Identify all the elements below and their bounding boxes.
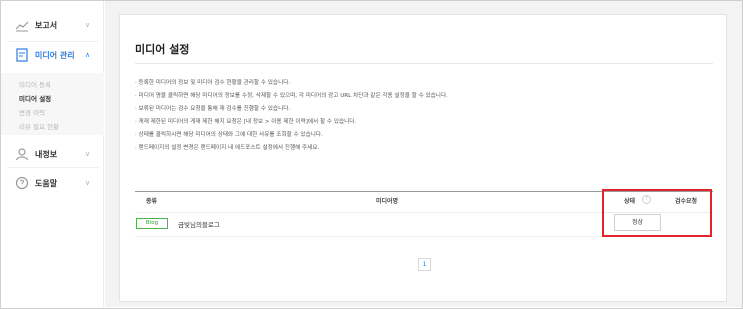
media-type-badge: Blog (136, 218, 168, 229)
chevron-down-icon: ∨ (85, 179, 91, 187)
notice-line: · 보류된 미디어는 검수 요청을 통해 재 검수를 진행할 수 있습니다. (135, 106, 291, 112)
submenu-item-review-status[interactable]: 리뷰 필요 현황 (19, 121, 59, 131)
notice-line: · 상태를 클릭하시면 해당 미디어의 상태와 그에 대한 사유를 조회할 수 … (135, 132, 323, 138)
sidebar-item-my-info[interactable]: 내정보 ∨ (1, 142, 104, 166)
sidebar-item-media-management[interactable]: 미디어 관리 ∧ (1, 43, 104, 67)
chevron-down-icon: ∨ (85, 150, 91, 158)
document-icon (16, 48, 28, 62)
notice-line: · 게재 제한된 미디어의 게재 제한 해지 요청은 [내 정보 > 이용 제한… (135, 119, 357, 125)
page-title: 미디어 설정 (135, 43, 190, 56)
help-circle-icon (15, 176, 29, 190)
chart-line-icon (15, 21, 29, 32)
sidebar: 보고서 ∨ 미디어 관리 ∧ 미디어 등록 미디어 설정 변경 이력 리뷰 필요… (1, 1, 104, 307)
sidebar-item-label: 보고서 (35, 20, 58, 30)
content-card: 미디어 설정 · 등록한 미디어의 정보 및 미디어 검수 현황을 관리할 수 … (119, 14, 727, 302)
person-icon (15, 148, 29, 161)
chevron-down-icon: ∨ (85, 21, 91, 29)
notice-line: · 등록한 미디어의 정보 및 미디어 검수 현황을 관리할 수 있습니다. (135, 80, 291, 86)
table-header-media-name: 미디어명 (376, 198, 399, 205)
pagination-page-button[interactable]: 1 (418, 258, 431, 271)
sidebar-item-label: 미디어 관리 (35, 50, 75, 60)
sidebar-item-label: 도움말 (35, 178, 58, 188)
sidebar-submenu: 미디어 등록 미디어 설정 변경 이력 리뷰 필요 현황 (1, 73, 104, 135)
divider (135, 63, 713, 64)
sidebar-item-label: 내정보 (35, 149, 58, 159)
submenu-item-media-register[interactable]: 미디어 등록 (19, 79, 51, 89)
notice-line: · 미디어 명을 클릭하면 해당 미디어의 정보를 수정, 삭제할 수 있으며,… (135, 93, 448, 99)
sidebar-item-report[interactable]: 보고서 ∨ (1, 13, 104, 37)
table-header-type: 종류 (146, 198, 158, 205)
notice-line: · 랜드페이지의 설정 변경은 랜드페이지 내 에드포스트 설정에서 진행해 주… (135, 145, 320, 151)
submenu-item-change-history[interactable]: 변경 이력 (19, 107, 45, 117)
sidebar-item-help[interactable]: 도움말 ∨ (1, 171, 104, 195)
submenu-item-media-settings[interactable]: 미디어 설정 (19, 93, 51, 103)
divider (9, 167, 99, 168)
divider (9, 41, 99, 42)
chevron-up-icon: ∧ (85, 51, 91, 59)
highlight-annotation-box (602, 189, 712, 237)
media-name-link[interactable]: 금빛님의블로그 (178, 219, 220, 229)
